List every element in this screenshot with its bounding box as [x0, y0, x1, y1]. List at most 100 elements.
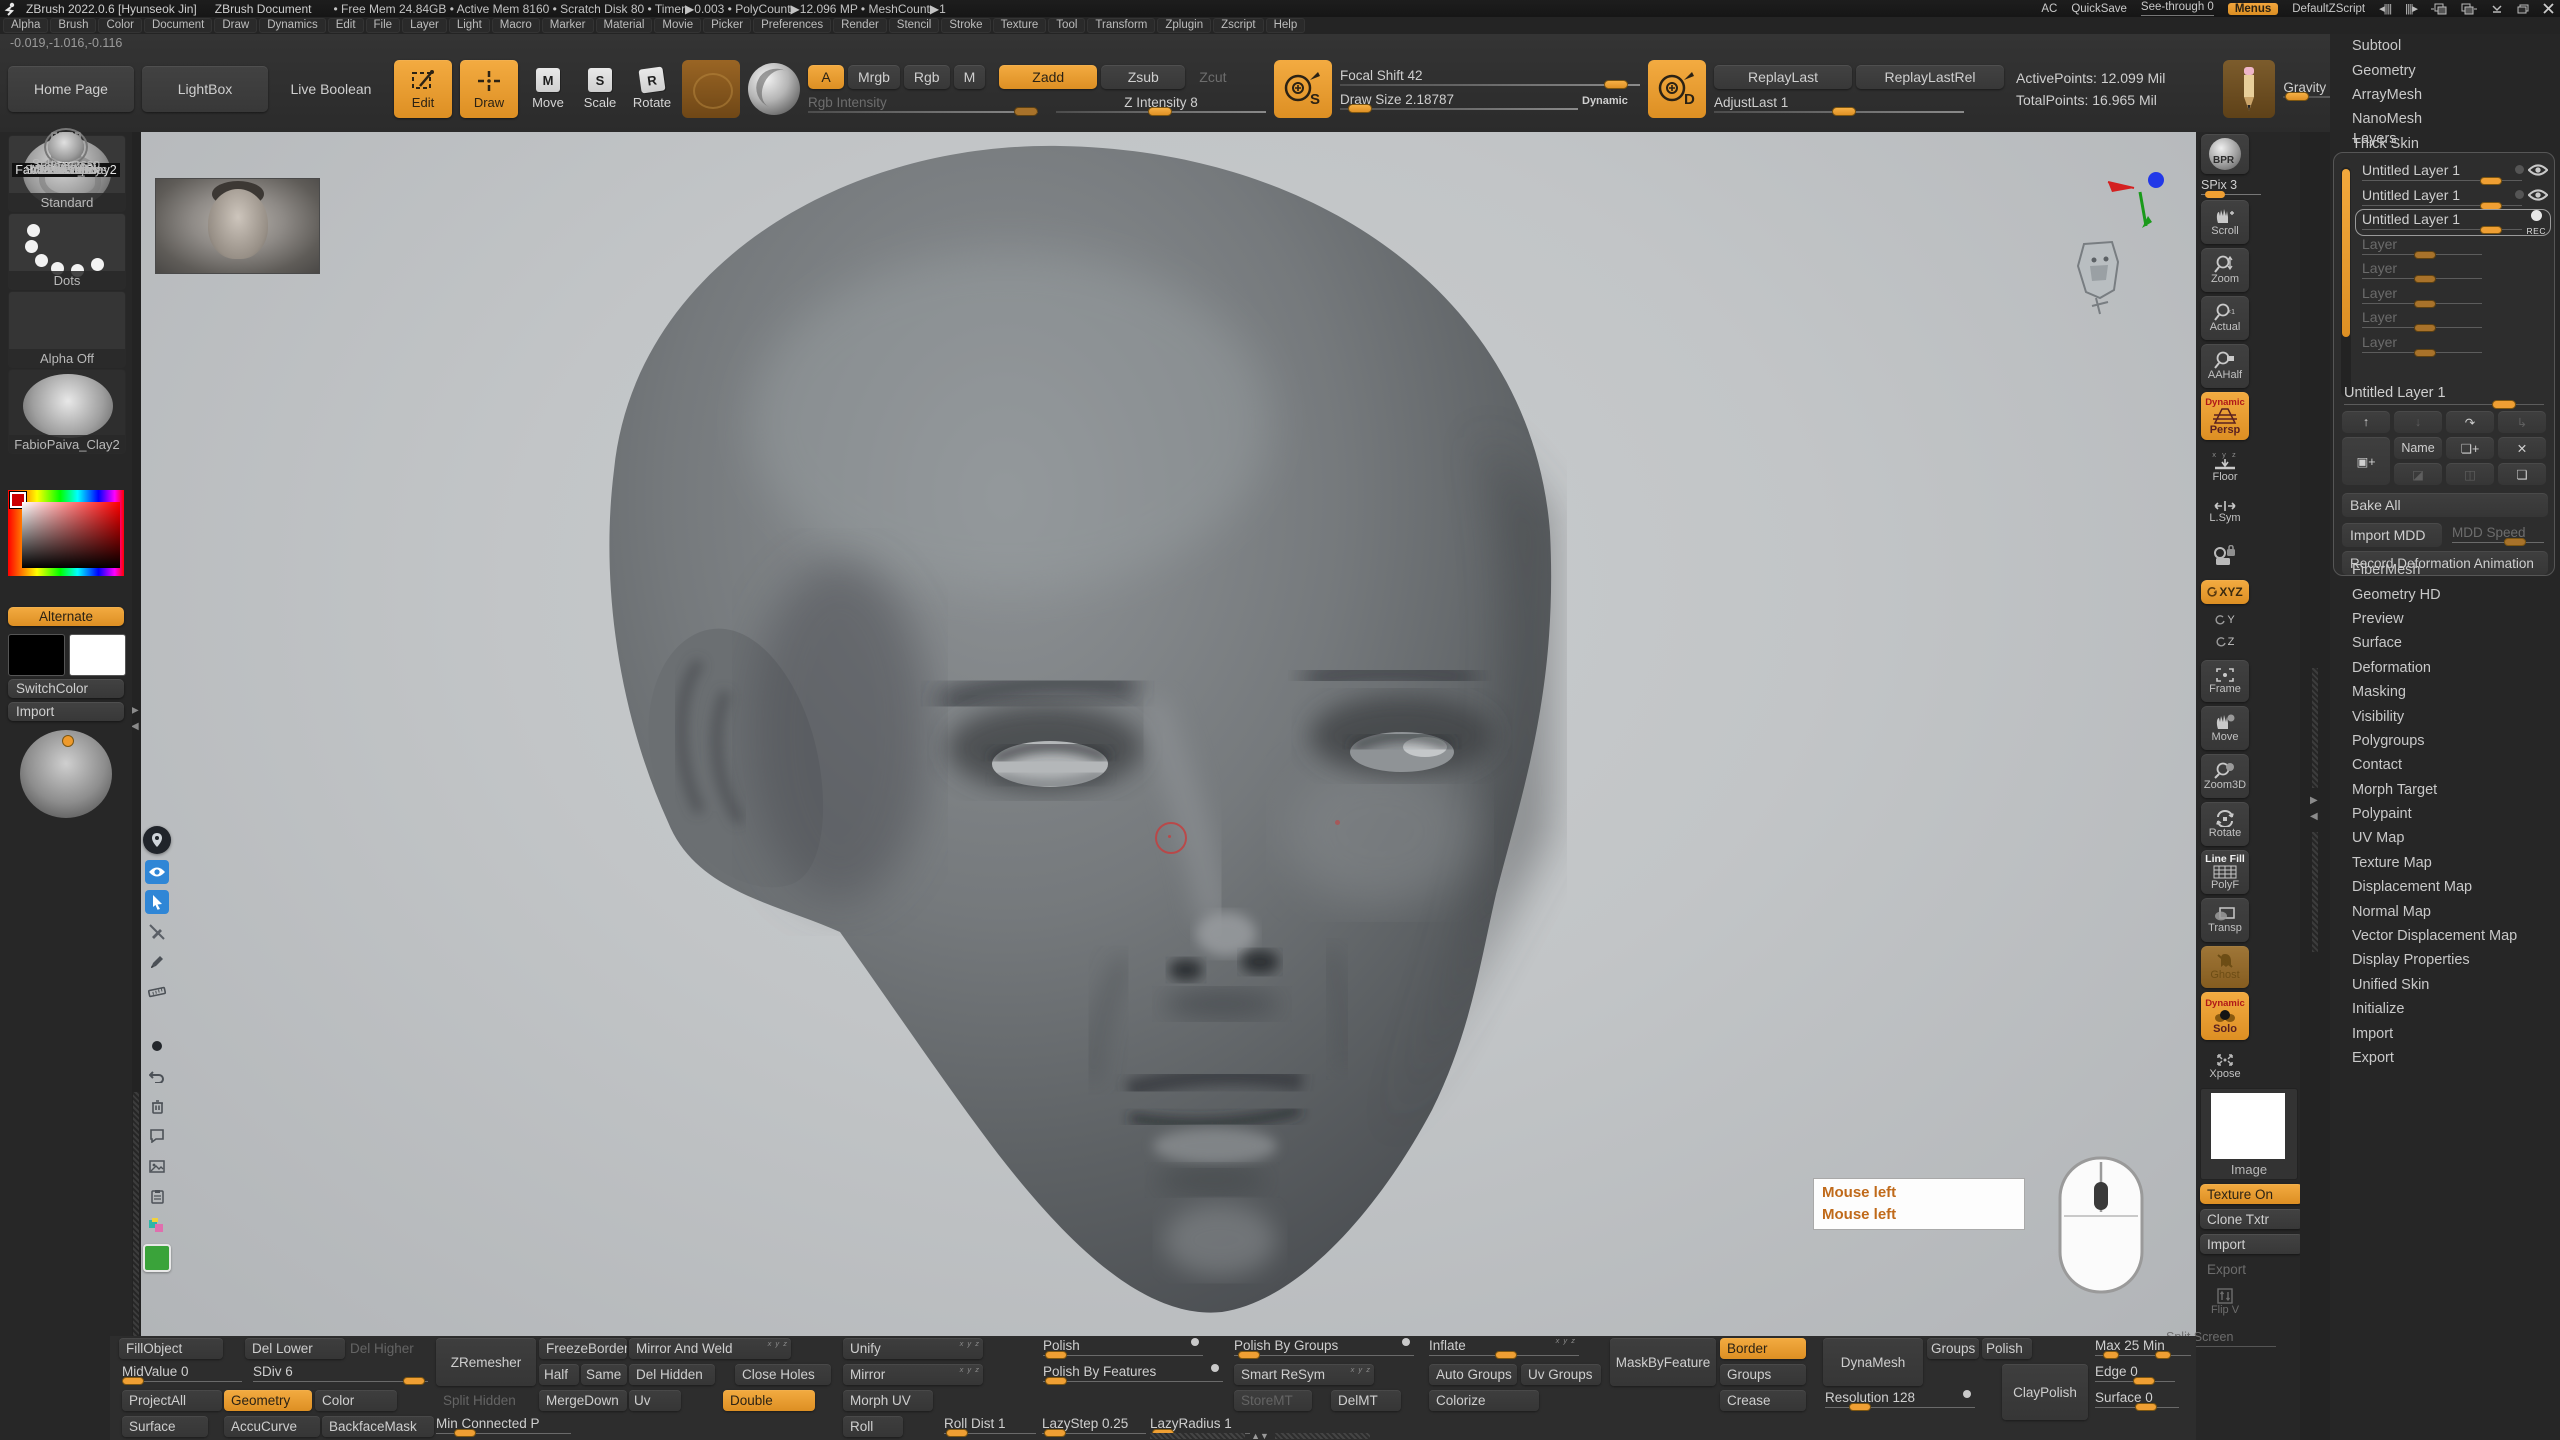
new-layer-button[interactable]: ▣+	[2342, 437, 2390, 485]
ac-button[interactable]: AC	[2041, 3, 2057, 15]
subpalette-header[interactable]: NanoMesh	[2330, 107, 2560, 131]
bpr-render-button[interactable]: BPR	[2201, 134, 2249, 174]
claypolish-max-min-slider[interactable]: Max 25 Min	[2095, 1338, 2191, 1356]
menu-item[interactable]: Movie	[654, 18, 701, 33]
menu-item[interactable]: Zplugin	[1157, 18, 1211, 33]
annotation-undo-button[interactable]	[145, 1064, 169, 1088]
local-symmetry-button[interactable]: L.Sym	[2201, 492, 2249, 532]
annotation-ruler-button[interactable]	[145, 980, 169, 1004]
menus-toggle-button[interactable]: Menus	[2228, 3, 2278, 15]
layer-name-button[interactable]: Name	[2394, 437, 2442, 459]
layer-redo-button[interactable]: ↷	[2446, 411, 2494, 433]
annotation-show-hide-button[interactable]	[145, 860, 169, 884]
subpalette-header[interactable]: Geometry HD	[2330, 582, 2560, 606]
left-tray-open-arrow-icon[interactable]: ▶	[131, 706, 139, 716]
menu-item[interactable]: Layer	[402, 18, 447, 33]
roll-button[interactable]: Roll	[843, 1416, 903, 1437]
layer-redo-all-button[interactable]: ↳	[2498, 411, 2546, 433]
quicksave-button[interactable]: QuickSave	[2071, 3, 2127, 15]
layer-row[interactable]: Layer	[2356, 284, 2550, 309]
del-mt-button[interactable]: DelMT	[1331, 1390, 1401, 1411]
edit-mode-button[interactable]: Edit	[394, 60, 452, 118]
smart-resym-button[interactable]: Smart ReSymx y z	[1234, 1364, 1374, 1385]
layer-move-up-button[interactable]: ↑	[2342, 411, 2390, 433]
del-lower-button[interactable]: Del Lower	[245, 1338, 345, 1359]
menu-item[interactable]: Render	[833, 18, 887, 33]
double-button[interactable]: Double	[723, 1390, 815, 1411]
subpalette-header[interactable]: Subtool	[2330, 34, 2560, 58]
swatch-a-button[interactable]: A	[808, 65, 844, 89]
subpalette-header[interactable]: Surface	[2330, 631, 2560, 655]
xpose-button[interactable]: Xpose	[2201, 1044, 2249, 1088]
sdiv-slider[interactable]: SDiv 6	[253, 1364, 428, 1382]
menu-item[interactable]: Alpha	[3, 18, 48, 33]
layer-move-down-button[interactable]: ↓	[2394, 411, 2442, 433]
move3d-button[interactable]: Move	[2201, 706, 2249, 750]
menu-item[interactable]: Document	[144, 18, 212, 33]
layers-scrollbar-thumb[interactable]	[2342, 169, 2350, 337]
menu-item[interactable]: Preferences	[753, 18, 831, 33]
subpalette-header[interactable]: Texture Map	[2330, 851, 2560, 875]
texture-on-button[interactable]: Texture On	[2200, 1184, 2303, 1204]
import-color-button[interactable]: Import	[8, 702, 124, 721]
color-picker[interactable]	[8, 490, 124, 576]
layer-row[interactable]: Layer	[2356, 259, 2550, 284]
project-all-button[interactable]: ProjectAll	[122, 1390, 222, 1411]
auto-groups-button[interactable]: Auto Groups	[1429, 1364, 1517, 1385]
layer-visibility-eye-icon[interactable]	[2528, 189, 2548, 201]
layer-intensity-slider[interactable]	[2362, 180, 2522, 181]
texture-image-swatch[interactable]	[2211, 1093, 2285, 1159]
edge-slider[interactable]: Edge 0	[2095, 1364, 2175, 1382]
layer-row[interactable]: Untitled Layer 1	[2356, 186, 2550, 211]
color-target-button[interactable]: Color	[315, 1390, 397, 1411]
annotation-pen-disabled-button[interactable]	[145, 920, 169, 944]
min-connected-slider[interactable]: Min Connected P	[436, 1416, 571, 1434]
accu-curve-button[interactable]: AccuCurve	[224, 1416, 320, 1437]
merge-down-button[interactable]: MergeDown	[539, 1390, 627, 1411]
live-boolean-button[interactable]: Live Boolean	[276, 66, 386, 112]
move-mode-button[interactable]: M Move	[526, 60, 570, 118]
mid-value-slider[interactable]: MidValue 0	[122, 1364, 242, 1382]
import-mdd-button[interactable]: Import MDD	[2342, 523, 2442, 547]
dynamesh-groups-button[interactable]: Groups	[1927, 1338, 1979, 1359]
document-canvas[interactable]: Mouse left Mouse left	[140, 132, 2196, 1336]
annotation-clear-button[interactable]	[145, 1094, 169, 1118]
layer-intensity-slider[interactable]	[2362, 303, 2482, 304]
mask-by-feature-button[interactable]: MaskByFeature	[1610, 1338, 1716, 1386]
left-tray-toggle-icon[interactable]: ◂||||	[2379, 2, 2391, 15]
uv-button[interactable]: Uv	[629, 1390, 681, 1411]
layer-intensity-slider[interactable]	[2362, 205, 2522, 206]
layer-intensity-slider[interactable]	[2362, 278, 2482, 279]
subpalette-header[interactable]: Polygroups	[2330, 729, 2560, 753]
menu-item[interactable]: Marker	[542, 18, 594, 33]
subpalette-header[interactable]: Contact	[2330, 753, 2560, 777]
material-tool-item[interactable]: MeshProject	[0, 132, 132, 180]
draw-size-slider[interactable]: Draw Size 2.18787	[1340, 92, 1578, 110]
y-rotation-button[interactable]: Y	[2201, 610, 2249, 630]
menu-item[interactable]: File	[366, 18, 401, 33]
replay-last-button[interactable]: ReplayLast	[1714, 65, 1852, 89]
mirror-and-weld-button[interactable]: Mirror And Weldx y z	[629, 1338, 791, 1359]
annotation-pencil-button[interactable]	[145, 950, 169, 974]
frame-button[interactable]: Frame	[2201, 660, 2249, 702]
polish-by-groups-slider[interactable]: Polish By Groups	[1234, 1338, 1414, 1356]
replay-last-rel-button[interactable]: ReplayLastRel	[1856, 65, 2004, 89]
subpalette-header[interactable]: Morph Target	[2330, 778, 2560, 802]
annotation-dot-size-button[interactable]	[145, 1034, 169, 1058]
adjust-last-slider[interactable]: AdjustLast 1	[1714, 95, 1964, 113]
split-layer-button[interactable]: ◫	[2446, 463, 2494, 485]
see-through-slider[interactable]: See-through 0	[2141, 1, 2214, 16]
layers-scrollbar[interactable]	[2341, 167, 2351, 397]
camera-head-widget[interactable]	[2070, 236, 2126, 318]
rotate3d-button[interactable]: Rotate	[2201, 802, 2249, 846]
reference-image-thumbnail[interactable]	[155, 178, 320, 274]
focal-shift-slider[interactable]: Focal Shift 42	[1340, 68, 1640, 86]
spix-slider[interactable]: SPix 3	[2201, 178, 2261, 195]
z-rotation-button[interactable]: Z	[2201, 632, 2249, 652]
subpalette-header[interactable]: Vector Displacement Map	[2330, 924, 2560, 948]
menu-item[interactable]: Macro	[492, 18, 540, 33]
layer-row[interactable]: Layer	[2356, 308, 2550, 333]
export-texture-button[interactable]: Export	[2200, 1259, 2303, 1279]
persp-button[interactable]: Dynamic Persp	[2201, 392, 2249, 440]
subpalette-header[interactable]: Deformation	[2330, 656, 2560, 680]
